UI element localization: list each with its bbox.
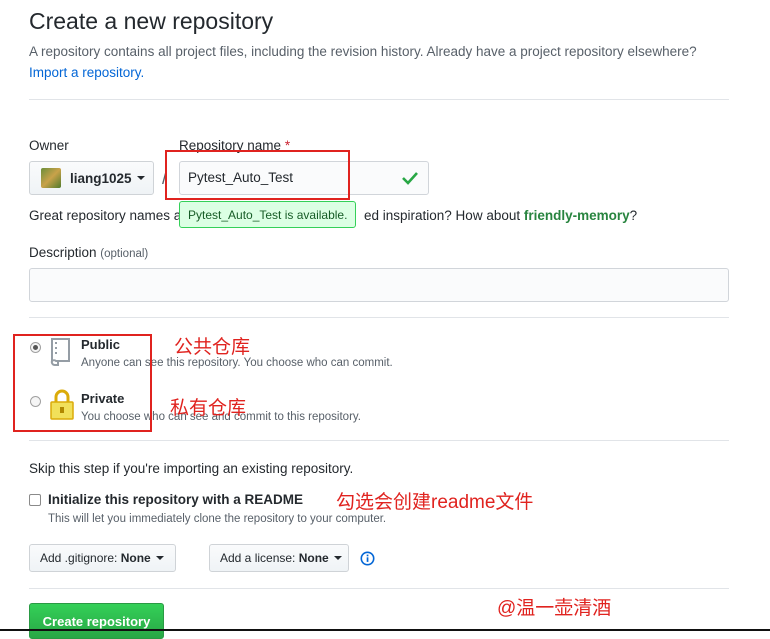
info-icon[interactable] <box>360 551 375 566</box>
description-label: Description (optional) <box>29 245 148 260</box>
gitignore-select[interactable]: Add .gitignore: None <box>29 544 176 572</box>
skip-text: Skip this step if you're importing an ex… <box>29 461 354 476</box>
create-repository-button[interactable]: Create repository <box>29 603 164 639</box>
chevron-down-icon <box>333 556 342 560</box>
chevron-down-icon <box>155 556 164 560</box>
divider <box>29 588 729 589</box>
annotation-box-repo-name <box>165 150 350 200</box>
gitignore-label: Add .gitignore: <box>40 551 118 565</box>
annotation-private: 私有仓库 <box>170 398 247 419</box>
annotation-public: 公共仓库 <box>174 337 251 358</box>
gitignore-value: None <box>120 551 151 565</box>
annotation-readme: 勾选会创建readme文件 <box>336 492 534 513</box>
owner-avatar <box>41 168 61 188</box>
readme-label[interactable]: Initialize this repository with a README <box>48 492 303 507</box>
page-subtitle: A repository contains all project files,… <box>29 41 749 83</box>
license-select[interactable]: Add a license: None <box>209 544 349 572</box>
suggested-name[interactable]: friendly-memory <box>524 208 630 223</box>
description-label-text: Description <box>29 245 97 260</box>
owner-select[interactable]: liang1025 <box>29 161 154 195</box>
subtitle-text: A repository contains all project files,… <box>29 44 697 59</box>
owner-label: Owner <box>29 138 69 153</box>
name-hint: Great repository names a <box>29 208 181 223</box>
owner-name: liang1025 <box>70 170 132 186</box>
hint-end: ? <box>629 208 638 223</box>
availability-tooltip: Pytest_Auto_Test is available. <box>179 201 357 228</box>
readme-checkbox[interactable] <box>29 494 41 506</box>
divider <box>29 440 729 441</box>
optional-note: (optional) <box>100 248 149 260</box>
license-label: Add a license: <box>220 551 296 565</box>
import-repository-link[interactable]: Import a repository. <box>29 65 144 80</box>
hint-suffix: ed inspiration? How about <box>364 208 521 223</box>
chevron-down-icon <box>136 176 145 180</box>
divider <box>29 317 729 318</box>
watermark: @温一壶清酒 <box>497 598 612 619</box>
name-hint-rest: ed inspiration? How about friendly-memor… <box>364 208 637 223</box>
license-value: None <box>298 551 329 565</box>
hint-prefix: Great repository names a <box>29 208 182 223</box>
divider <box>29 99 729 100</box>
annotation-box-visibility <box>13 334 152 432</box>
check-icon <box>402 172 418 185</box>
page-title: Create a new repository <box>29 8 274 34</box>
description-input[interactable] <box>29 268 729 302</box>
readme-description: This will let you immediately clone the … <box>48 513 387 525</box>
